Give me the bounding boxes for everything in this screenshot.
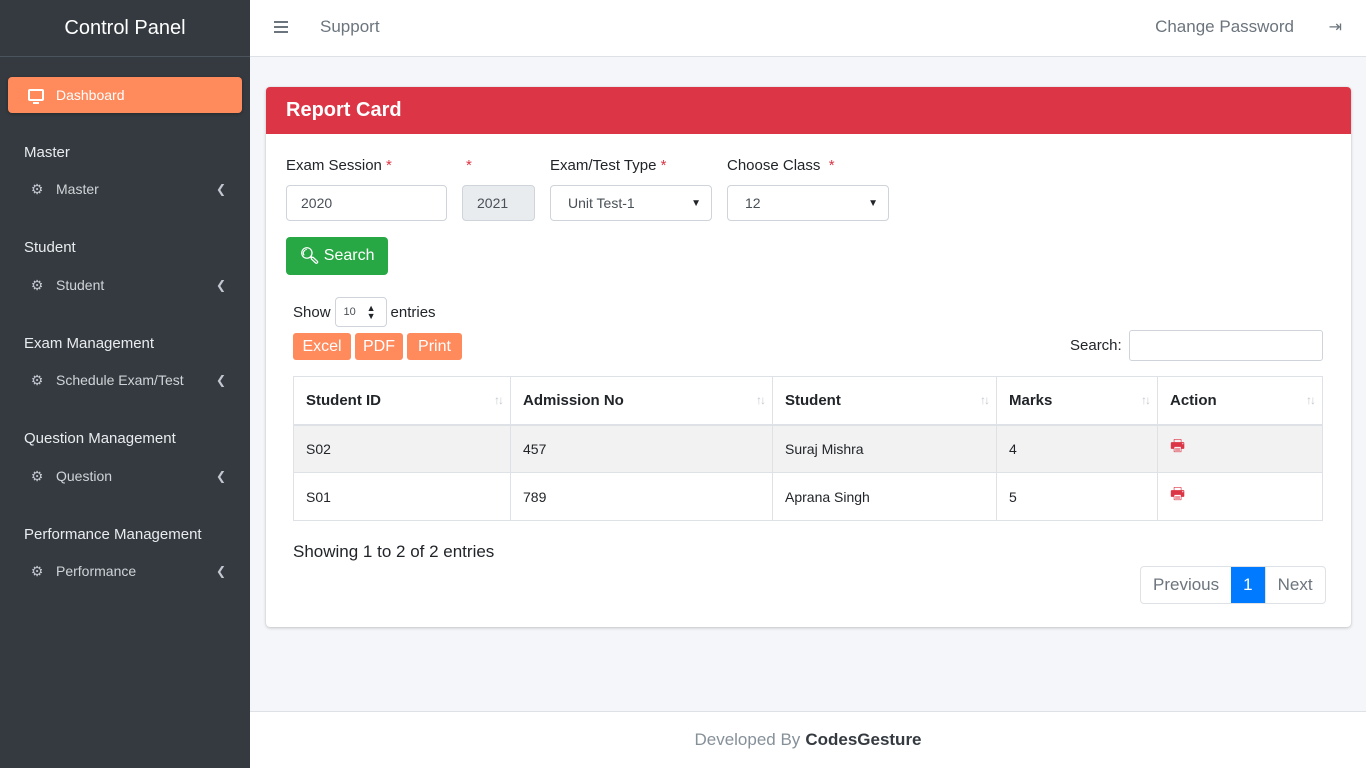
- button-label: Search: [323, 247, 375, 264]
- card-title: Report Card: [266, 87, 1351, 134]
- menu-icon[interactable]: [274, 21, 288, 33]
- session-to-input: 2021: [462, 185, 535, 221]
- nav-header-student: Student: [24, 239, 76, 256]
- session-to-label: *: [466, 157, 472, 174]
- sidebar-item-label: Schedule Exam/Test: [56, 372, 184, 388]
- nav-header-question: Question Management: [24, 430, 176, 447]
- chevron-left-icon: ❮: [215, 469, 226, 483]
- chevron-left-icon: ❮: [215, 182, 226, 196]
- footer: Developed By CodesGesture: [250, 711, 1366, 768]
- footer-prefix: Developed By: [694, 730, 801, 749]
- support-link[interactable]: Support: [320, 17, 380, 37]
- cell-student-id: S02: [293, 424, 511, 473]
- pagination: Previous 1 Next: [1140, 566, 1326, 604]
- gear-icon: ⚙: [30, 371, 44, 388]
- search-icon: 🔍︎: [299, 248, 320, 265]
- cell-admission-no: 457: [510, 424, 773, 473]
- print-button[interactable]: Print: [407, 333, 462, 360]
- select-value: 10: [343, 306, 356, 318]
- nav-header-exam: Exam Management: [24, 335, 155, 352]
- logout-icon[interactable]: ⇥: [1329, 17, 1342, 37]
- report-table: Student ID ↑↓ Admission No ↑↓ Student ↑↓ Ma…: [293, 376, 1323, 521]
- table-search-input[interactable]: [1129, 330, 1323, 361]
- sort-icon: ↑↓: [494, 393, 504, 407]
- brand-title[interactable]: Control Panel: [0, 0, 250, 57]
- sidebar-item-student[interactable]: ⚙ Student ❮: [30, 273, 230, 297]
- sort-icon: ↑↓: [1141, 393, 1151, 407]
- sidebar-item-schedule-exam[interactable]: ⚙ Schedule Exam/Test ❮: [30, 368, 230, 392]
- exam-type-select[interactable]: Unit Test-1 ▼: [550, 185, 712, 221]
- chevron-left-icon: ❮: [215, 564, 226, 578]
- exam-session-label: Exam Session *: [286, 157, 392, 174]
- column-header[interactable]: Student ID ↑↓: [293, 376, 511, 426]
- table-row: S02 457 Suraj Mishra 4 🖶: [293, 424, 1323, 473]
- cell-marks: 5: [996, 472, 1158, 521]
- sidebar: Control Panel Dashboard Master ⚙ Master …: [0, 0, 250, 768]
- sidebar-item-label: Performance: [56, 563, 137, 579]
- monitor-icon: [28, 89, 44, 104]
- chevron-down-icon: ▼: [691, 197, 701, 209]
- pdf-button[interactable]: PDF: [355, 333, 403, 360]
- chevron-left-icon: ❮: [215, 278, 226, 292]
- table-info: Showing 1 to 2 of 2 entries: [293, 542, 495, 561]
- cell-student: Suraj Mishra: [772, 424, 997, 473]
- next-button[interactable]: Next: [1264, 567, 1325, 603]
- class-select[interactable]: 12 ▼: [727, 185, 889, 221]
- entries-length: Show 10 ▲ ▼ entries: [293, 297, 436, 327]
- sidebar-item-performance[interactable]: ⚙ Performance ❮: [30, 559, 230, 583]
- exam-session-input[interactable]: 2020: [286, 185, 447, 221]
- table-header-row: Student ID ↑↓ Admission No ↑↓ Student ↑↓ Ma…: [293, 376, 1323, 426]
- select-value: 12: [745, 195, 761, 211]
- cell-admission-no: 789: [510, 472, 773, 521]
- top-navbar: Support Change Password ⇥: [250, 0, 1366, 57]
- select-value: Unit Test-1: [568, 195, 635, 211]
- nav-header-master: Master: [24, 144, 70, 161]
- column-header[interactable]: Student ↑↓: [772, 376, 997, 426]
- choose-class-label: Choose Class *: [727, 157, 835, 174]
- input-value: 2021: [477, 195, 509, 211]
- table-row: S01 789 Aprana Singh 5 🖶: [293, 472, 1323, 521]
- cell-action: 🖶: [1157, 472, 1323, 521]
- table-search-label: Search:: [1070, 337, 1122, 354]
- cell-student-id: S01: [293, 472, 511, 521]
- chevron-down-icon: ▼: [868, 197, 878, 209]
- sidebar-item-question[interactable]: ⚙ Question ❮: [30, 464, 230, 488]
- page-1-button[interactable]: 1: [1231, 567, 1265, 603]
- sidebar-item-dashboard[interactable]: Dashboard: [8, 77, 242, 113]
- excel-button[interactable]: Excel: [293, 333, 351, 360]
- footer-company[interactable]: CodesGesture: [805, 730, 921, 750]
- cell-marks: 4: [996, 424, 1158, 473]
- print-icon[interactable]: 🖶: [1170, 438, 1185, 455]
- exam-type-label: Exam/Test Type *: [550, 157, 667, 174]
- column-header[interactable]: Action ↑↓: [1157, 376, 1323, 426]
- print-icon[interactable]: 🖶: [1170, 486, 1185, 503]
- column-header[interactable]: Admission No ↑↓: [510, 376, 773, 426]
- show-label: Show: [293, 303, 331, 321]
- input-value: 2020: [301, 195, 333, 211]
- sidebar-item-label: Dashboard: [56, 87, 125, 103]
- updown-icon: ▲ ▼: [366, 303, 376, 321]
- cell-action: 🖶: [1157, 424, 1323, 473]
- sort-icon: ↑↓: [756, 393, 766, 407]
- sidebar-item-master[interactable]: ⚙ Master ❮: [30, 177, 230, 201]
- gear-icon: ⚙: [30, 562, 44, 579]
- entries-label: entries: [390, 303, 436, 321]
- gear-icon: ⚙: [30, 276, 44, 293]
- gear-icon: ⚙: [30, 467, 44, 484]
- search-button[interactable]: 🔍︎ Search: [286, 237, 388, 275]
- sort-icon: ↑↓: [1306, 393, 1316, 407]
- previous-button[interactable]: Previous: [1141, 567, 1231, 603]
- sort-icon: ↑↓: [980, 393, 990, 407]
- entries-select[interactable]: 10 ▲ ▼: [334, 297, 387, 327]
- sidebar-item-label: Question: [56, 468, 113, 484]
- gear-icon: ⚙: [30, 180, 44, 197]
- chevron-left-icon: ❮: [215, 373, 226, 387]
- sidebar-item-label: Student: [56, 277, 105, 293]
- cell-student: Aprana Singh: [772, 472, 997, 521]
- sidebar-item-label: Master: [56, 181, 99, 197]
- change-password-link[interactable]: Change Password: [1155, 17, 1294, 37]
- column-header[interactable]: Marks ↑↓: [996, 376, 1158, 426]
- report-card-panel: Report Card Exam Session * * Exam/Test T…: [266, 87, 1351, 627]
- nav-header-performance: Performance Management: [24, 526, 202, 543]
